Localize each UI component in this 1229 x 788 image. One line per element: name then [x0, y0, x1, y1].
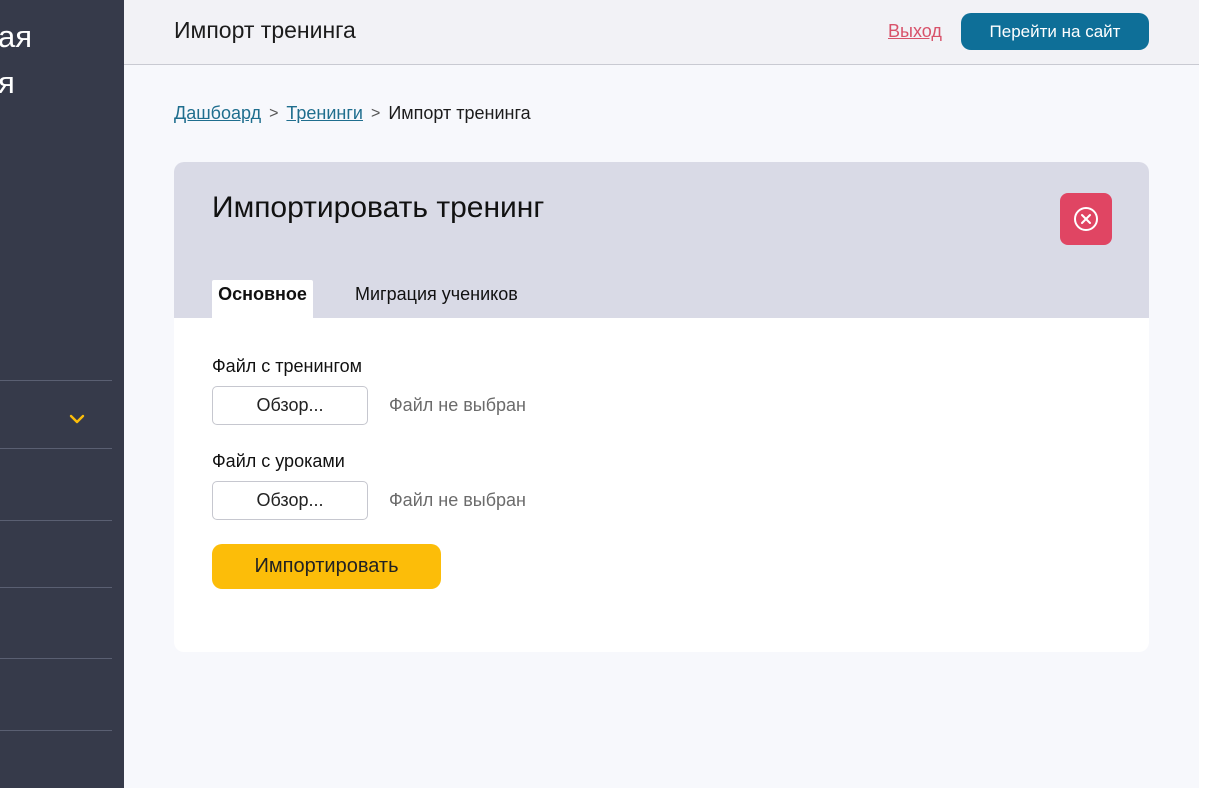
- top-bar: Импорт тренинга Выход Перейти на сайт: [124, 0, 1199, 65]
- page-title: Импорт тренинга: [174, 17, 356, 43]
- lessons-file-browse-button[interactable]: Обзор...: [212, 481, 368, 520]
- brand-line: я: [0, 65, 15, 100]
- breadcrumb-current: Импорт тренинга: [388, 103, 531, 123]
- sidebar-divider: [0, 658, 112, 659]
- card-title: Импортировать тренинг: [212, 191, 545, 224]
- training-file-label: Файл с тренингом: [212, 356, 363, 376]
- close-circle-icon: [1074, 207, 1098, 231]
- chevron-right-icon: >: [269, 104, 279, 122]
- tab-student-migration[interactable]: Миграция учеников: [349, 280, 524, 318]
- sidebar: ая я: [0, 0, 124, 788]
- sidebar-divider: [0, 730, 112, 731]
- sidebar-divider: [0, 587, 112, 588]
- training-file-status: Файл не выбран: [389, 395, 526, 415]
- sidebar-divider: [0, 448, 112, 449]
- go-to-site-button[interactable]: Перейти на сайт: [961, 13, 1149, 50]
- chevron-down-icon[interactable]: [68, 410, 86, 428]
- breadcrumb-dashboard[interactable]: Дашбоард: [174, 103, 261, 124]
- sidebar-divider: [0, 520, 112, 521]
- tab-main[interactable]: Основное: [212, 280, 313, 318]
- lessons-file-label: Файл с уроками: [212, 451, 345, 471]
- training-file-browse-button[interactable]: Обзор...: [212, 386, 368, 425]
- chevron-right-icon: >: [370, 104, 381, 122]
- right-edge: [1199, 0, 1229, 788]
- close-button[interactable]: [1060, 193, 1112, 245]
- sidebar-brand: ая я: [0, 14, 32, 106]
- brand-line: ая: [0, 19, 33, 54]
- breadcrumb: Дашбоард > Тренинги > Импорт тренинга: [174, 103, 531, 124]
- import-card: Импортировать тренинг Основное Миграция …: [174, 162, 1149, 652]
- card-header: Импортировать тренинг Основное Миграция …: [174, 162, 1149, 318]
- logout-link[interactable]: Выход: [888, 21, 942, 42]
- lessons-file-status: Файл не выбран: [389, 490, 526, 510]
- breadcrumb-trainings[interactable]: Тренинги: [286, 103, 363, 124]
- import-button[interactable]: Импортировать: [212, 544, 441, 589]
- sidebar-divider: [0, 380, 112, 381]
